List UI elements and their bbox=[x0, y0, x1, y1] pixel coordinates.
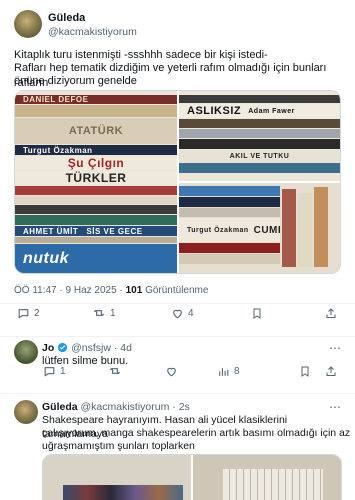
separator-dot: · bbox=[59, 285, 63, 296]
book-spine bbox=[314, 187, 328, 267]
post-media[interactable]: DANIEL DEFOE ATATÜRK Turgut Özakman Şu Ç… bbox=[14, 90, 341, 274]
reply-icon bbox=[16, 306, 30, 320]
more-icon[interactable]: ⋯ bbox=[329, 341, 341, 355]
repost-icon bbox=[108, 364, 122, 378]
book-spine bbox=[282, 189, 296, 267]
book-spine bbox=[179, 254, 280, 264]
book-spine bbox=[179, 119, 340, 128]
media-photo-3[interactable]: Turgut Özakman CUMHURİYET bbox=[179, 183, 340, 273]
reply-count: 2 bbox=[34, 307, 40, 319]
bookmark-icon bbox=[250, 306, 264, 320]
bookmark-button[interactable] bbox=[298, 364, 312, 378]
reply-age[interactable]: 2s bbox=[179, 401, 190, 413]
author-avatar[interactable] bbox=[14, 10, 42, 38]
book-spine bbox=[179, 186, 280, 196]
book-spine: Şu Çılgın bbox=[15, 156, 177, 170]
book-spine: Turgut Özakman bbox=[15, 145, 177, 155]
divider bbox=[0, 393, 355, 394]
book-spine bbox=[179, 129, 340, 138]
book-spine bbox=[15, 215, 177, 225]
media-photo-1[interactable]: DANIEL DEFOE ATATÜRK Turgut Özakman Şu Ç… bbox=[15, 91, 177, 273]
reply-author-avatar[interactable] bbox=[14, 340, 38, 364]
share-icon bbox=[324, 306, 338, 320]
share-icon bbox=[324, 364, 338, 378]
views-count: 101 bbox=[125, 285, 143, 296]
book-spine: nutuk bbox=[15, 244, 177, 273]
reply-author-name[interactable]: Güleda bbox=[42, 401, 78, 413]
book-spine bbox=[15, 186, 177, 195]
book-spine bbox=[298, 193, 312, 267]
reply-age[interactable]: 4d bbox=[120, 342, 132, 354]
reply-button[interactable]: 1 bbox=[42, 364, 66, 378]
post-text-line-3: önüne diziyorum genelde bbox=[14, 75, 137, 87]
media-photo-2[interactable]: ASLIKSIZ Adam Fawer AKIL VE TUTKU bbox=[179, 91, 340, 181]
reply-author-handle[interactable]: @kacmakistiyorum bbox=[81, 401, 170, 413]
reply-author-avatar[interactable] bbox=[14, 400, 38, 424]
book-spine bbox=[179, 197, 280, 207]
reply-author-handle[interactable]: @nsfsjw bbox=[71, 342, 111, 354]
separator-dot: · bbox=[119, 285, 123, 296]
book-spine: DANIEL DEFOE bbox=[15, 95, 177, 104]
divider bbox=[0, 336, 355, 337]
book-spine: AHMET ÜMİT SİS VE GECE bbox=[15, 226, 177, 236]
reply-text-line-3: uğraşmamıştım şunları toplarken bbox=[42, 440, 195, 452]
like-button[interactable] bbox=[164, 364, 178, 378]
bookmark-button[interactable] bbox=[250, 306, 264, 320]
media-photo-2[interactable] bbox=[193, 455, 341, 500]
book-spine: AKIL VE TUTKU bbox=[179, 150, 340, 162]
repost-icon bbox=[92, 306, 106, 320]
book-spine bbox=[179, 208, 280, 217]
book-spine bbox=[15, 196, 177, 204]
book-spine bbox=[15, 105, 177, 117]
book-spine bbox=[63, 485, 183, 500]
separator-dot: · bbox=[172, 401, 176, 413]
like-icon bbox=[170, 306, 184, 320]
separator-dot: · bbox=[113, 342, 118, 354]
book-spine bbox=[179, 95, 340, 103]
book-spine bbox=[223, 469, 323, 500]
views-button[interactable]: 8 bbox=[216, 364, 240, 378]
share-button[interactable] bbox=[324, 306, 338, 320]
bookmark-icon bbox=[298, 364, 312, 378]
repost-button[interactable] bbox=[108, 364, 122, 378]
book-spine: ATATÜRK bbox=[15, 118, 177, 144]
views-count: 8 bbox=[234, 365, 240, 377]
author-name[interactable]: Güleda bbox=[48, 12, 85, 24]
post-date[interactable]: 9 Haz 2025 bbox=[66, 285, 117, 296]
more-icon[interactable]: ⋯ bbox=[329, 400, 341, 414]
repost-button[interactable]: 1 bbox=[92, 306, 116, 320]
book-spine: Turgut Özakman CUMHURİYET bbox=[179, 218, 280, 242]
like-count: 4 bbox=[188, 307, 194, 319]
book-spine bbox=[15, 205, 177, 214]
like-icon bbox=[164, 364, 178, 378]
reply-text-line-2: çalışıyorum, manga shakespearelerin artı… bbox=[42, 427, 351, 439]
post-time[interactable]: ÖÖ 11:47 bbox=[14, 285, 57, 296]
reply-count: 1 bbox=[60, 365, 66, 377]
book-spine bbox=[179, 243, 280, 253]
media-photo-1[interactable] bbox=[43, 455, 191, 500]
repost-count: 1 bbox=[110, 307, 116, 319]
book-spine bbox=[15, 237, 177, 243]
book-spine: ASLIKSIZ Adam Fawer bbox=[179, 104, 340, 118]
book-spine bbox=[179, 139, 340, 149]
author-handle[interactable]: @kacmakistiyorum bbox=[48, 26, 137, 38]
divider bbox=[0, 303, 355, 304]
post-metadata: ÖÖ 11:47 · 9 Haz 2025 · 101 Görüntülenme bbox=[14, 285, 208, 296]
book-spine: TÜRKLER bbox=[15, 171, 177, 185]
book-spine bbox=[179, 163, 340, 173]
reply-media[interactable] bbox=[42, 454, 342, 500]
views-label: Görüntülenme bbox=[145, 285, 209, 296]
reply-icon bbox=[42, 364, 56, 378]
share-button[interactable] bbox=[324, 364, 338, 378]
reply-header: Güleda @kacmakistiyorum · 2s bbox=[42, 401, 190, 413]
reply-author-name[interactable]: Jo bbox=[42, 342, 54, 354]
views-icon bbox=[216, 364, 230, 378]
like-button[interactable]: 4 bbox=[170, 306, 194, 320]
reply-button[interactable]: 2 bbox=[16, 306, 40, 320]
